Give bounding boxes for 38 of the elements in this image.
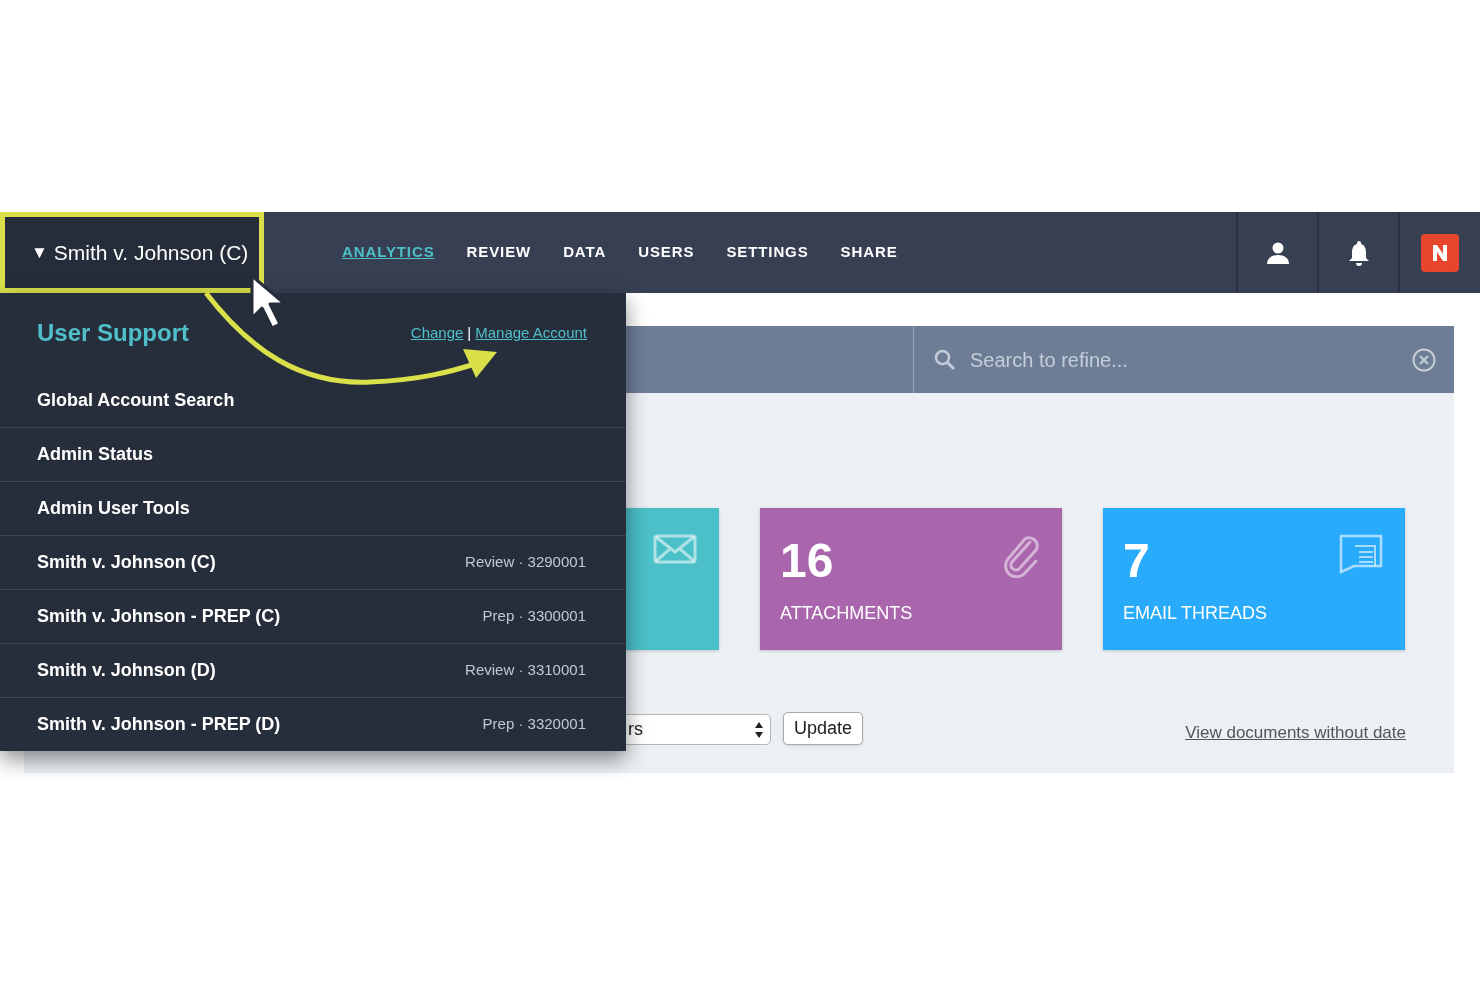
caret-icon: ▼ bbox=[31, 239, 48, 266]
view-undated-link[interactable]: View documents without date bbox=[1185, 719, 1406, 745]
nav-tab[interactable]: USERS bbox=[638, 241, 695, 264]
nav-tab[interactable]: SETTINGS bbox=[726, 241, 809, 264]
stat-label: EMAIL THREADS bbox=[1123, 602, 1268, 625]
account-name: Smith v. Johnson (C) bbox=[53, 239, 249, 266]
dropdown-item[interactable]: Smith v. Johnson - PREP (D) Prep · 3320001 bbox=[0, 697, 626, 751]
updown-arrows-icon bbox=[754, 720, 764, 739]
stat-value: 7 bbox=[1123, 536, 1150, 586]
nav-tab[interactable]: ANALYTICS bbox=[342, 241, 435, 264]
dropdown-item[interactable]: Smith v. Johnson (D) Review · 3310001 bbox=[0, 643, 626, 697]
chat-icon bbox=[1339, 534, 1383, 574]
user-icon bbox=[1265, 240, 1290, 265]
account-meta: Prep · 3320001 bbox=[482, 714, 586, 735]
update-button[interactable]: Update bbox=[783, 712, 864, 745]
dropdown-title: User Support bbox=[37, 318, 189, 348]
search-icon bbox=[934, 348, 956, 371]
nav-tab[interactable]: REVIEW bbox=[466, 241, 532, 264]
dropdown-item[interactable]: Smith v. Johnson - PREP (C) Prep · 3300001 bbox=[0, 589, 626, 643]
dropdown-item[interactable]: Admin User Tools bbox=[0, 481, 626, 535]
link-separator: | bbox=[467, 322, 472, 343]
dropdown-item[interactable]: Admin Status bbox=[0, 427, 626, 481]
manage-account-link[interactable]: Manage Account bbox=[475, 321, 587, 345]
stat-value: 16 bbox=[780, 536, 834, 586]
logo-icon bbox=[1421, 233, 1459, 272]
search-field[interactable]: Search to refine... bbox=[970, 344, 1398, 375]
dropdown-item[interactable]: Smith v. Johnson (C) Review · 3290001 bbox=[0, 535, 626, 589]
envelope-icon bbox=[653, 534, 697, 564]
account-selector[interactable]: ▼ Smith v. Johnson (C) bbox=[0, 212, 264, 293]
account-meta: Prep · 3300001 bbox=[482, 606, 586, 627]
change-link[interactable]: Change bbox=[410, 321, 464, 345]
account-meta: Review · 3310001 bbox=[465, 660, 586, 681]
stat-label: ATTACHMENTS bbox=[780, 602, 913, 625]
account-meta: Review · 3290001 bbox=[465, 552, 586, 573]
clear-icon[interactable] bbox=[1412, 347, 1436, 372]
nav-tab[interactable]: DATA bbox=[563, 241, 607, 264]
nav-tab[interactable]: SHARE bbox=[840, 241, 898, 264]
dropdown-item[interactable]: Global Account Search bbox=[0, 373, 626, 427]
